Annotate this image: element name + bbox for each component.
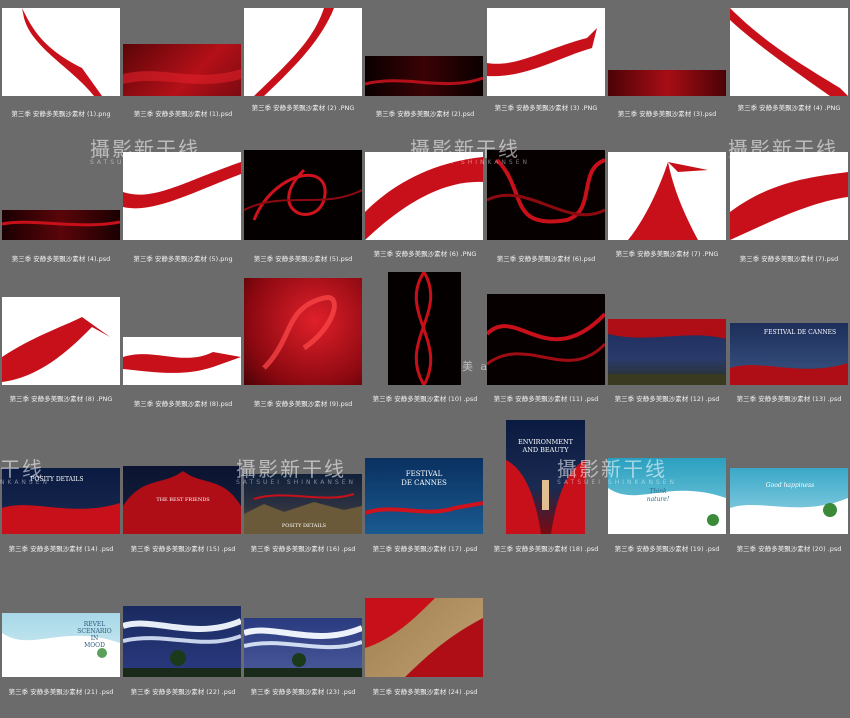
file-thumbnail: POSITY DETAILS <box>2 468 120 534</box>
file-name: 第三季 安静多美飘沙素材 (2) .PNG <box>251 104 355 112</box>
red-ribbon-graphic <box>262 295 337 370</box>
red-ribbon-graphic <box>730 172 848 240</box>
red-ribbon-graphic <box>414 272 433 385</box>
file-thumbnail <box>365 598 483 677</box>
red-ribbon-graphic <box>365 598 483 677</box>
file-name: 第三季 安静多美飘沙素材 (6).psd <box>496 255 596 263</box>
file-thumbnail: ENVIRONMENT AND BEAUTY <box>506 420 585 534</box>
file-thumbnail <box>608 152 726 240</box>
file-thumbnail: POSITY DETAILS <box>244 474 362 534</box>
file-name: 第三季 安静多美飘沙素材 (1).psd <box>133 110 233 118</box>
red-ribbon-graphic <box>730 8 848 96</box>
file-thumbnail <box>244 278 362 385</box>
file-thumbnail <box>123 44 241 96</box>
red-ribbon-graphic <box>123 352 241 373</box>
file-name: 第三季 安静多美飘沙素材 (23) .psd <box>250 688 356 696</box>
poster-title-line2: AND BEAUTY <box>522 446 569 454</box>
red-ribbon-graphic <box>487 28 597 77</box>
file-name: 第三季 安静多美飘沙素材 (18) .psd <box>493 545 599 553</box>
file-thumbnail <box>244 618 362 677</box>
file-name: 第三季 安静多美飘沙素材 (1).png <box>11 110 111 118</box>
file-thumbnail <box>487 150 605 240</box>
file-thumbnail <box>123 606 241 677</box>
file-thumbnail <box>2 8 120 96</box>
poster-title-line1: FESTIVAL <box>405 470 443 478</box>
file-thumbnail <box>2 297 120 385</box>
file-thumbnail <box>244 150 362 240</box>
file-thumbnail: FESTIVAL DE CANNES <box>730 323 848 385</box>
red-ribbon-graphic <box>123 69 241 84</box>
file-name: 第三季 安静多美飘沙素材 (7).psd <box>739 255 839 263</box>
file-name: 第三季 安静多美飘沙素材 (4) .PNG <box>737 104 841 112</box>
file-thumbnail <box>123 152 241 240</box>
file-name: 第三季 安静多美飘沙素材 (11) .psd <box>493 395 599 403</box>
file-thumbnail <box>2 210 120 240</box>
poster-title: THE BEST FRIENDS <box>156 497 210 503</box>
file-name: 第三季 安静多美飘沙素材 (10) .psd <box>372 395 478 403</box>
file-name: 第三季 安静多美飘沙素材 (20) .psd <box>736 545 842 553</box>
file-thumbnail: REVEL SCENARIO IN MOOD <box>2 613 120 677</box>
red-ribbon-graphic <box>365 76 483 86</box>
poster-title: FESTIVAL DE CANNES <box>763 329 837 336</box>
file-thumbnail <box>388 272 461 385</box>
file-name: 第三季 安静多美飘沙素材 (5).psd <box>253 255 353 263</box>
file-thumbnail: FESTIVAL DE CANNES <box>365 458 483 534</box>
poster-title-line1: ENVIRONMENT <box>517 438 574 446</box>
file-name: 第三季 安静多美飘沙素材 (15) .psd <box>130 545 236 553</box>
poster-title: POSITY DETAILS <box>281 523 327 529</box>
red-ribbon-graphic <box>2 317 110 382</box>
file-name: 第三季 安静多美飘沙素材 (3).psd <box>617 110 717 118</box>
red-ribbon-graphic <box>487 158 605 224</box>
file-thumbnail <box>730 152 848 240</box>
file-thumbnail <box>365 152 483 240</box>
file-name: 第三季 安静多美飘沙素材 (2).psd <box>375 110 475 118</box>
file-name: 第三季 安静多美飘沙素材 (24) .psd <box>372 688 478 696</box>
file-thumbnail <box>123 337 241 385</box>
red-ribbon-graphic <box>2 220 120 227</box>
poster-title-line2: DE CANNES <box>401 479 447 487</box>
white-wave-graphic <box>244 625 362 677</box>
red-ribbon-graphic <box>365 157 483 240</box>
file-name: 第三季 安静多美飘沙素材 (9).psd <box>253 400 353 408</box>
poster-title: Think nature! <box>646 488 670 503</box>
file-thumbnail <box>730 8 848 96</box>
file-thumbnail <box>487 8 605 96</box>
file-thumbnail <box>608 70 726 96</box>
file-thumbnail: Good happiness <box>730 468 848 534</box>
file-name: 第三季 安静多美飘沙素材 (8) .PNG <box>9 395 113 403</box>
file-thumbnail <box>365 56 483 96</box>
file-thumbnail: THE BEST FRIENDS <box>123 466 241 534</box>
watermark-fragment: 美 a <box>462 360 490 373</box>
file-name: 第三季 安静多美飘沙素材 (21) .psd <box>8 688 114 696</box>
file-thumbnail <box>608 319 726 385</box>
file-name: 第三季 安静多美飘沙素材 (22) .psd <box>130 688 236 696</box>
file-name: 第三季 安静多美飘沙素材 (6) .PNG <box>373 250 477 258</box>
file-name: 第三季 安静多美飘沙素材 (4).psd <box>11 255 111 263</box>
file-name: 第三季 安静多美飘沙素材 (19) .psd <box>614 545 720 553</box>
file-thumbnail: Think nature! <box>608 458 726 534</box>
white-wave-graphic <box>730 498 848 534</box>
white-wave-graphic <box>123 618 241 677</box>
red-ribbon-graphic <box>244 168 362 221</box>
file-name: 第三季 安静多美飘沙素材 (12) .psd <box>614 395 720 403</box>
file-name: 第三季 安静多美飘沙素材 (7) .PNG <box>615 250 719 258</box>
red-ribbon-graphic <box>628 162 708 240</box>
file-name: 第三季 安静多美飘沙素材 (16) .psd <box>250 545 356 553</box>
file-name: 第三季 安静多美飘沙素材 (3) .PNG <box>494 104 598 112</box>
red-ribbon-graphic <box>608 319 726 385</box>
red-ribbon-graphic <box>123 162 241 209</box>
file-name: 第三季 安静多美飘沙素材 (13) .psd <box>736 395 842 403</box>
red-ribbon-graphic <box>487 312 605 366</box>
file-name: 第三季 安静多美飘沙素材 (14) .psd <box>8 545 114 553</box>
poster-title: Good happiness <box>765 482 815 489</box>
red-ribbon-graphic <box>254 8 334 96</box>
poster-title-line4: MOOD <box>84 642 105 649</box>
file-name: 第三季 安静多美飘沙素材 (17) .psd <box>372 545 478 553</box>
file-name: 第三季 安静多美飘沙素材 (5).png <box>133 255 233 263</box>
poster-title: POSITY DETAILS <box>30 476 84 483</box>
file-thumbnail <box>244 8 362 96</box>
red-ribbon-graphic <box>22 8 102 96</box>
file-thumbnail <box>487 294 605 385</box>
file-name: 第三季 安静多美飘沙素材 (8).psd <box>133 400 233 408</box>
